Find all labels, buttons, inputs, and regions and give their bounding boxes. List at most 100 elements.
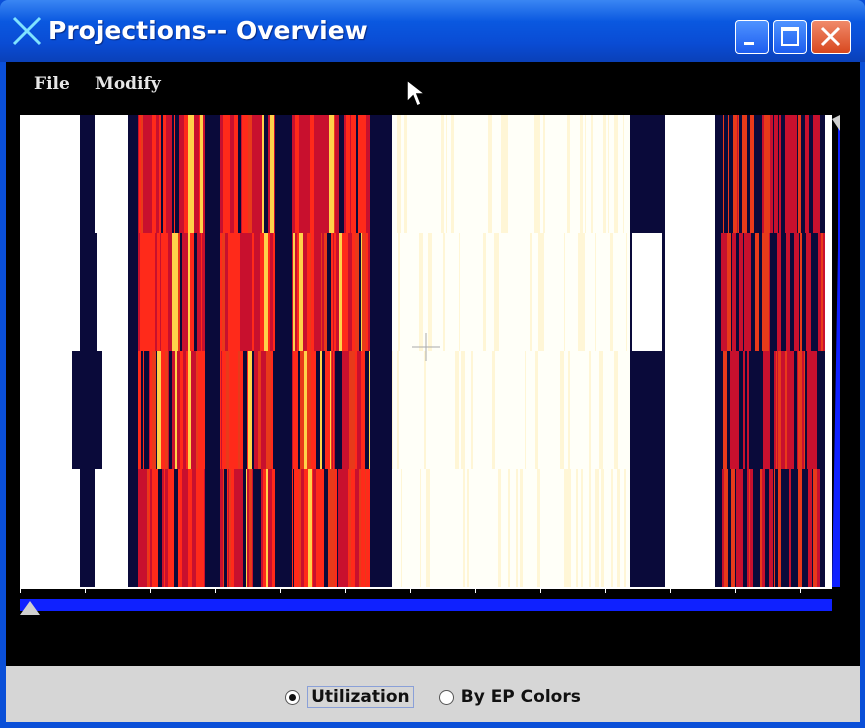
heat-cell (45, 469, 49, 587)
heat-cell (462, 233, 465, 351)
heat-cell (303, 233, 307, 351)
heat-cell (626, 351, 628, 469)
heat-cell (614, 351, 618, 469)
heat-cell (569, 115, 570, 233)
heat-cell (228, 233, 232, 351)
heat-cell (831, 469, 832, 587)
heat-cell (690, 351, 694, 469)
heat-cell (715, 351, 718, 469)
x-axis-tick (475, 587, 476, 593)
heat-cell (163, 115, 164, 233)
heat-cell (701, 115, 703, 233)
heat-cell (712, 351, 713, 469)
heat-cell (141, 115, 143, 233)
heat-cell (469, 233, 471, 351)
heat-cell (135, 115, 137, 233)
heat-cell (365, 351, 369, 469)
menu-modify[interactable]: Modify (95, 74, 161, 94)
heat-cell (670, 115, 673, 233)
heat-cell (221, 351, 222, 469)
heat-cell (409, 115, 413, 233)
heat-cell (110, 115, 112, 233)
x-axis-tick (280, 587, 281, 593)
heat-cell (55, 115, 58, 233)
x-axis-tick (540, 587, 541, 593)
horizontal-density-bar (20, 599, 832, 611)
heat-cell (485, 115, 488, 233)
heat-cell (29, 351, 32, 469)
radio-by-ep-colors[interactable]: By EP Colors (438, 687, 581, 707)
heat-cell (293, 233, 295, 351)
heat-cell (206, 233, 207, 351)
heat-cell (568, 351, 570, 469)
heat-cell (77, 115, 80, 233)
heat-cell (392, 469, 396, 587)
heat-cell (554, 351, 558, 469)
heat-cell (191, 351, 192, 469)
heat-cell (594, 115, 596, 233)
heat-cell (499, 233, 501, 351)
heat-cell (736, 469, 739, 587)
title-bar[interactable]: Projections-- Overview (0, 0, 865, 62)
heat-cell (53, 233, 54, 351)
heat-cell (585, 233, 588, 351)
minimize-button[interactable] (735, 20, 769, 54)
heat-cell (150, 351, 152, 469)
heat-cell (271, 351, 273, 469)
heat-cell (647, 469, 648, 587)
heat-cell (738, 115, 739, 233)
heat-cell (322, 115, 325, 233)
heat-cell (501, 115, 504, 233)
radio-utilization[interactable]: Utilization (285, 686, 414, 708)
heat-cell (535, 351, 538, 469)
x-axis-tick (85, 587, 86, 593)
heat-cell (719, 469, 720, 587)
heat-cell (630, 115, 631, 233)
heat-cell (98, 115, 100, 233)
heat-cell (693, 233, 696, 351)
radio-selected-icon (285, 689, 301, 705)
heat-cell (491, 233, 494, 351)
heat-cell (682, 351, 684, 469)
heat-cell (140, 233, 144, 351)
heat-cell (23, 233, 26, 351)
heat-cell (709, 115, 713, 233)
heat-cell (184, 115, 187, 233)
heat-cell (229, 469, 231, 587)
heat-cell (156, 115, 157, 233)
heat-cell (723, 115, 724, 233)
heat-cell (349, 351, 352, 469)
x-axis-tick (150, 587, 151, 593)
menu-file[interactable]: File (34, 74, 70, 94)
heat-cell (287, 351, 290, 469)
heat-cell (278, 233, 282, 351)
heat-cell (248, 351, 252, 469)
heat-cell (272, 469, 275, 587)
overview-chart[interactable] (20, 111, 840, 696)
heat-cell (549, 233, 550, 351)
heat-cell (253, 115, 256, 233)
heat-cell (325, 115, 327, 233)
heat-cell (419, 469, 420, 587)
x-axis-line (20, 587, 832, 589)
heat-cell (820, 115, 824, 233)
maximize-button[interactable] (773, 20, 807, 54)
close-button[interactable] (811, 20, 851, 54)
heat-cell (715, 469, 719, 587)
heat-cell (806, 233, 809, 351)
heat-cell (138, 469, 140, 587)
heat-cell (798, 469, 801, 587)
heat-cell (357, 351, 361, 469)
heat-cell (533, 115, 534, 233)
heat-cell (703, 351, 704, 469)
heat-cell (794, 351, 797, 469)
heat-cell (107, 115, 110, 233)
heat-cell (515, 233, 517, 351)
heat-cell (71, 469, 73, 587)
heat-cell (84, 115, 87, 233)
heat-cell (454, 351, 455, 469)
heat-cell (326, 351, 330, 469)
heat-cell (564, 469, 567, 587)
vertical-slider-thumb[interactable] (832, 115, 840, 131)
heat-cell (240, 351, 243, 469)
